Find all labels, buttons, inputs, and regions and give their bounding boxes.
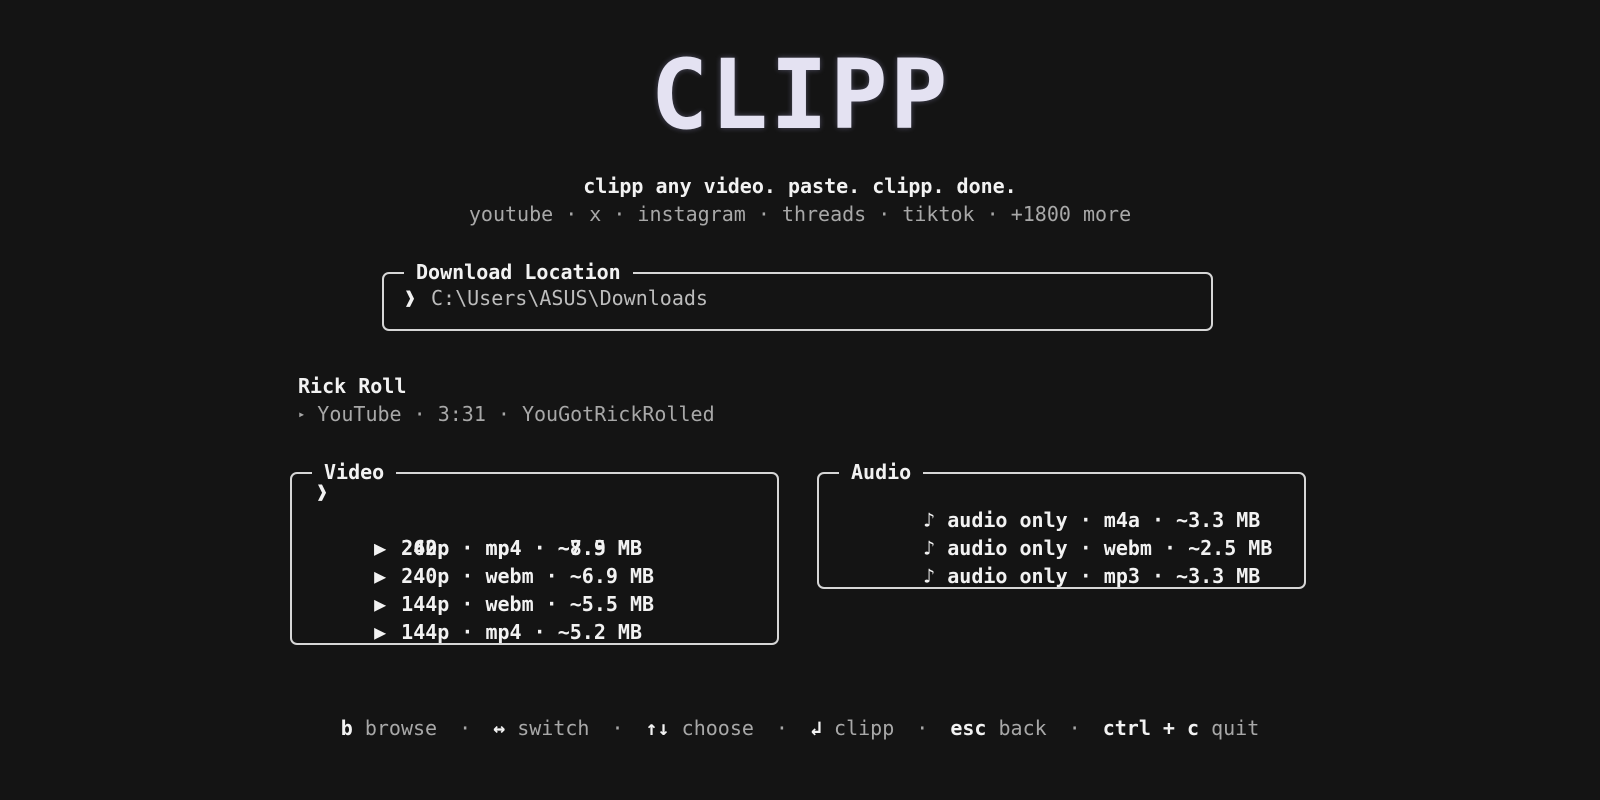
hint-separator: ·: [611, 716, 624, 740]
logo-text: CLIPP: [650, 39, 950, 151]
hint-action: switch: [517, 716, 590, 740]
switch-arrows-icon: ↔: [493, 716, 506, 740]
hint-switch: ↔ switch: [493, 716, 589, 740]
download-location-input[interactable]: C:\Users\ASUS\Downloads: [431, 286, 708, 310]
selection-cursor-icon: ❱: [316, 480, 329, 504]
hint-action: back: [998, 716, 1047, 740]
hint-action: clipp: [834, 716, 895, 740]
hint-choose: ↑↓ choose: [646, 716, 754, 740]
hint-back: esc back: [950, 716, 1046, 740]
media-meta: ▸ YouTube · 3:31 · YouGotRickRolled: [298, 402, 715, 426]
hint-separator: ·: [459, 716, 472, 740]
hint-action: browse: [364, 716, 438, 740]
hint-action: choose: [681, 716, 754, 740]
download-location-title: Download Location: [404, 259, 633, 285]
hint-action: quit: [1211, 716, 1260, 740]
video-formats-box: Video ❱ ▶ 262p · mp4 · ~8.9 MB ▶ 240p · mp…: [290, 459, 779, 645]
enter-key-icon: ↲: [809, 716, 822, 740]
download-location-box[interactable]: Download Location ❱ C:\Users\ASUS\Downlo…: [382, 259, 1213, 331]
hint-separator: ·: [775, 716, 788, 740]
hint-separator: ·: [1068, 716, 1081, 740]
hint-key: esc: [950, 716, 987, 740]
audio-format-item[interactable]: ♪ audio only · mp3 · ~3.3 MB: [875, 534, 1260, 618]
hint-key: b: [340, 716, 353, 740]
music-note-icon: ♪: [923, 564, 936, 588]
prompt-icon: ❱: [404, 286, 417, 310]
hint-clipp: ↲ clipp: [810, 716, 894, 740]
audio-formats-box: Audio ♪ audio only · m4a · ~3.3 MB ♪ aud…: [817, 459, 1306, 589]
app-logo: CLIPP: [0, 39, 1600, 151]
media-meta-text: YouTube · 3:31 · YouGotRickRolled: [317, 402, 715, 426]
audio-format-label: audio only · mp3 · ~3.3 MB: [947, 564, 1261, 588]
key-hints-bar: b browse · ↔ switch · ↑↓ choose · ↲ clipp · esc …: [0, 716, 1600, 740]
hint-quit: ctrl + c quit: [1103, 716, 1260, 740]
video-format-item[interactable]: ▶ 144p · mp4 · ~5.2 MB: [326, 590, 642, 674]
hint-key: ctrl + c: [1102, 716, 1200, 740]
up-down-arrows-icon: ↑↓: [645, 716, 670, 740]
hint-browse: b browse: [341, 716, 437, 740]
tagline: clipp any video. paste. clipp. done.: [583, 174, 1017, 198]
supported-platforms: youtube · x · instagram · threads · tikt…: [468, 202, 1132, 226]
play-icon: ▶: [374, 620, 387, 644]
media-title: Rick Roll: [298, 374, 407, 398]
hint-separator: ·: [916, 716, 929, 740]
play-triangle-icon: ▸: [298, 407, 306, 421]
video-format-label: 144p · mp4 · ~5.2 MB: [401, 620, 642, 644]
